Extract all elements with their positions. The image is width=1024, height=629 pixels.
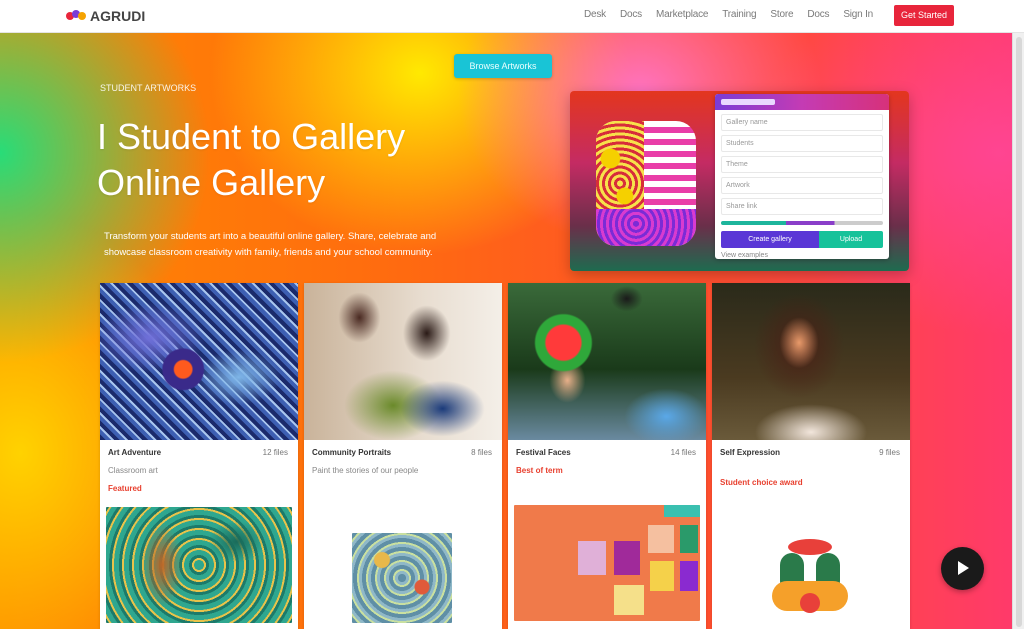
preview-field[interactable]: Theme [721,156,883,173]
gallery-card-meta: Community Portraits 8 files Paint the st… [304,440,502,498]
view-examples-link[interactable]: View examples [721,252,883,259]
preview-field[interactable]: Students [721,135,883,152]
preview-header-bar [721,99,775,105]
hero-title-line1: I Student to Gallery [97,116,406,157]
gallery-card-artwork [352,533,452,623]
gallery-card-meta: Festival Faces 14 files Best of term [508,440,706,498]
page-scrollbar[interactable] [1012,33,1024,629]
app-preview-mockup: Gallery name Students Theme Artwork Shar… [570,91,909,271]
hero-title: I Student to Gallery Online Gallery [97,114,517,206]
preview-progress-bar [721,221,883,225]
artwork-tile [614,585,644,615]
artwork-tile [650,561,674,591]
card-file-count: 9 files [879,448,900,457]
hero-eyebrow: STUDENT ARTWORKS [100,83,197,93]
gallery-card-meta: Self Expression 9 files Student choice a… [712,440,910,498]
card-title: Art Adventure [108,448,162,457]
artwork-tile [614,541,640,575]
nav-item-signin[interactable]: Sign In [843,9,873,20]
scrollbar-thumb[interactable] [1016,37,1022,627]
play-icon [958,561,969,575]
browse-artworks-button[interactable]: Browse Artworks [454,54,552,78]
gallery-card-photo [304,283,502,440]
artwork-shape [800,593,820,613]
artwork-tile [664,505,700,517]
gallery-card-photo [508,283,706,440]
top-navigation-bar: AGRUDI Desk Docs Marketplace Training St… [0,0,1024,33]
preview-field[interactable]: Artwork [721,177,883,194]
nav-item-2[interactable]: Docs [620,9,642,20]
card-file-count: 12 files [262,448,288,457]
artwork-tile [680,525,698,553]
gallery-card-photo [712,283,910,440]
preview-form-panel: Gallery name Students Theme Artwork Shar… [715,94,889,259]
card-title: Self Expression [720,448,781,457]
logo-text: AGRUDI [90,8,146,24]
logo-mark-icon [66,9,88,23]
gallery-card-artwork [760,531,860,623]
card-tag: Featured [108,484,142,493]
preview-panel-header [715,94,889,110]
hero-description: Transform your students art into a beaut… [104,231,437,258]
card-title: Community Portraits [312,448,392,457]
preview-field[interactable]: Gallery name [721,114,883,131]
card-file-count: 14 files [670,448,696,457]
artwork-tile [578,541,606,575]
artwork-tile [648,525,674,553]
artwork-tile [680,561,698,591]
card-subtitle: Paint the stories of our people [312,466,419,475]
gallery-card[interactable]: Self Expression 9 files Student choice a… [712,283,910,629]
gallery-card-meta: Art Adventure 12 files Classroom art Fea… [100,440,298,498]
hero-title-line2: Online Gallery [97,162,326,203]
preview-button-group: Create gallery Upload [721,231,883,248]
preview-artwork-image [596,121,696,246]
card-subtitle: Classroom art [108,466,158,475]
gallery-card-artwork [106,507,292,623]
play-video-button[interactable] [941,547,984,590]
create-gallery-button[interactable]: Create gallery [721,231,819,248]
gallery-card[interactable]: Community Portraits 8 files Paint the st… [304,283,502,629]
site-logo[interactable]: AGRUDI [66,6,145,26]
nav-item-6[interactable]: Docs [807,9,829,20]
preview-field[interactable]: Share link [721,198,883,215]
card-file-count: 8 files [471,448,492,457]
gallery-card-artwork [514,505,700,621]
nav-item-3[interactable]: Marketplace [656,9,708,20]
get-started-button[interactable]: Get Started [894,5,954,26]
main-nav: Desk Docs Marketplace Training Store Doc… [584,9,887,20]
upload-button[interactable]: Upload [819,231,883,248]
gallery-card[interactable]: Art Adventure 12 files Classroom art Fea… [100,283,298,629]
nav-item-1[interactable]: Desk [584,9,606,20]
card-tag: Best of term [516,466,563,475]
gallery-card-photo [100,283,298,440]
card-tag: Student choice award [720,478,803,487]
nav-item-4[interactable]: Training [722,9,756,20]
card-title: Festival Faces [516,448,571,457]
preview-artwork-pattern-bottom [596,209,696,246]
nav-item-5[interactable]: Store [770,9,793,20]
gallery-card[interactable]: Festival Faces 14 files Best of term [508,283,706,629]
